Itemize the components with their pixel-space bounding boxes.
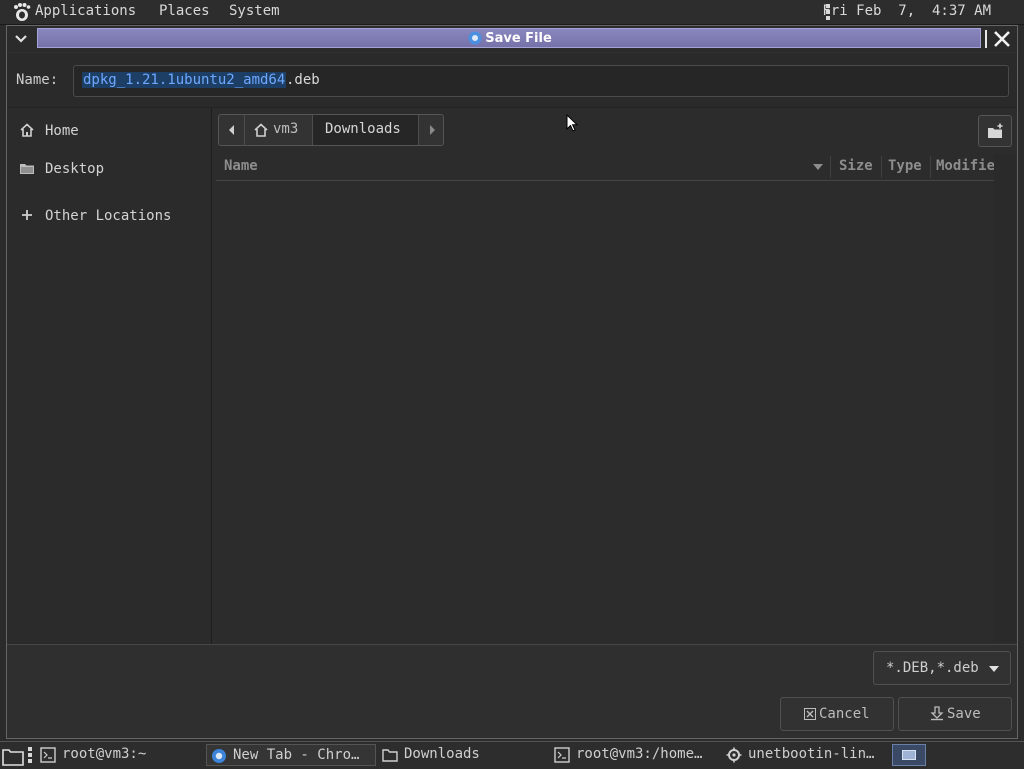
filename-row: Name: dpkg_1.21.1ubuntu2_amd64 .deb [7,53,1017,108]
titlebar[interactable]: Save File [7,26,1017,52]
gear-icon [726,747,742,763]
arrow-left-icon [229,125,234,135]
applications-menu[interactable]: Applications [35,3,136,19]
home-icon [20,123,34,137]
chevron-down-icon [989,666,999,672]
chrome-icon [468,31,482,45]
task-downloads[interactable]: Downloads [378,744,548,766]
new-folder-icon [988,123,1003,138]
mouse-pointer-icon [566,114,578,132]
path-segment-label: vm3 [273,121,299,137]
taskbar: root@vm3:~ New Tab - Chro… Downloads roo… [0,741,1024,769]
cancel-icon [804,708,816,720]
column-divider [881,156,882,178]
top-panel: Applications Places System Fri Feb 7, 4:… [0,0,1024,25]
save-label: Save [947,706,981,722]
cancel-button[interactable]: Cancel [780,697,894,731]
task-terminal-root[interactable]: root@vm3:~ [36,744,204,766]
column-type[interactable]: Type [888,158,922,174]
column-size[interactable]: Size [839,158,873,174]
filename-selected-text: dpkg_1.21.1ubuntu2_amd64 [82,72,287,88]
task-label: root@vm3:~ [62,746,147,762]
dialog-title-wrap: Save File [38,31,982,46]
sidebar-item-label: Other Locations [45,208,172,224]
arrow-right-icon [430,125,435,135]
clock[interactable]: Fri Feb 7, 4:37 AM [822,3,991,19]
name-label: Name: [16,72,59,88]
column-header: Name Size Type Modifie [216,154,995,181]
workspace-icon [902,750,916,760]
task-terminal-home[interactable]: root@vm3:/home… [550,744,720,766]
bottom-separator [7,644,1017,645]
task-label: unetbootin-lin… [748,746,875,762]
chrome-icon [212,749,226,763]
filename-extension: .deb [286,72,320,88]
task-label: New Tab - Chro… [233,747,360,763]
folder-icon [20,164,34,174]
taskbar-grip-icon[interactable] [28,747,32,763]
home-icon [254,123,268,137]
sidebar-item-label: Home [45,123,79,139]
workspace-switcher[interactable] [892,744,926,766]
task-chrome[interactable]: New Tab - Chro… [206,744,376,766]
folder-icon [382,749,398,762]
column-modified[interactable]: Modifie [936,158,995,174]
save-icon [930,706,944,721]
path-bar: vm3 Downloads [218,114,444,146]
path-forward-button[interactable] [419,115,443,145]
path-back-button[interactable] [219,115,245,145]
filter-value: *.DEB,*.deb [886,660,979,676]
path-segment-downloads[interactable]: Downloads [313,115,419,145]
task-label: root@vm3:/home… [576,746,703,762]
titlebar-separator [985,30,987,48]
file-type-filter[interactable]: *.DEB,*.deb [873,651,1011,685]
sort-down-icon[interactable] [813,164,823,170]
terminal-icon [40,747,56,763]
save-button[interactable]: Save [898,697,1012,731]
close-icon[interactable] [992,29,1012,49]
terminal-icon [554,747,570,763]
scrollbar-track[interactable] [994,154,1016,642]
titlebar-active-bar: Save File [37,28,981,48]
task-unetbootin[interactable]: unetbootin-lin… [722,744,892,766]
places-sidebar: Home Desktop Other Locations [7,108,212,644]
cancel-label: Cancel [819,706,870,722]
system-menu[interactable]: System [229,3,280,19]
window-menu-chevron-icon[interactable] [13,30,29,46]
sidebar-item-label: Desktop [45,161,105,177]
dialog-title: Save File [485,31,552,46]
new-folder-button[interactable] [978,115,1012,147]
filename-input[interactable]: dpkg_1.21.1ubuntu2_amd64 .deb [73,65,1009,97]
show-desktop-icon[interactable] [2,746,24,766]
places-menu[interactable]: Places [159,3,210,19]
path-segment-vm3[interactable]: vm3 [245,115,313,145]
file-browser: vm3 Downloads Name Size Type Modifie [212,108,1017,644]
column-name[interactable]: Name [224,158,258,174]
gnome-foot-icon[interactable] [10,2,32,22]
save-file-dialog: Save File Name: dpkg_1.21.1ubuntu2_amd64… [6,25,1018,739]
path-segment-label: Downloads [325,121,401,137]
file-list[interactable] [216,181,994,641]
task-label: Downloads [404,746,480,762]
plus-icon [22,210,32,220]
column-divider [830,156,831,178]
column-divider [930,156,931,178]
